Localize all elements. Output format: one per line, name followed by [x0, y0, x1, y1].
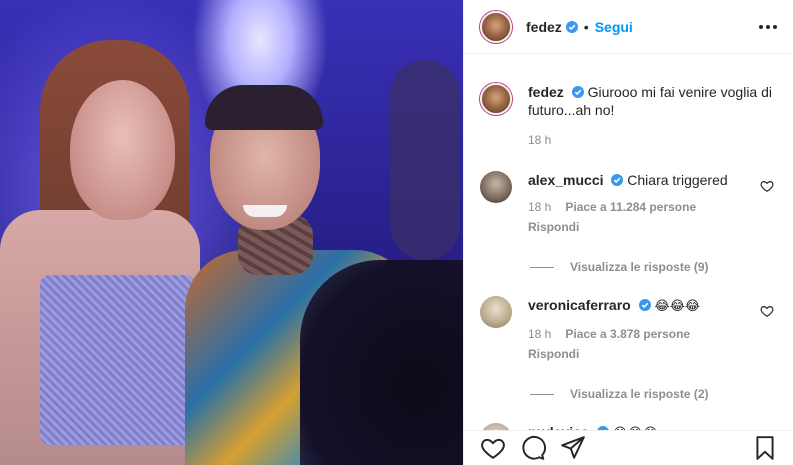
- post-header: fedez • Segui: [464, 0, 793, 54]
- verified-badge-icon: [571, 86, 584, 98]
- commenter-username[interactable]: alex_mucci: [528, 172, 604, 188]
- view-replies-button[interactable]: Visualizza le risposte (9): [530, 260, 778, 274]
- man-smile: [243, 205, 287, 217]
- commenter-avatar[interactable]: [480, 296, 512, 328]
- comment-likes[interactable]: Piace a 3.878 persone: [565, 325, 690, 343]
- verified-badge-icon: [611, 174, 624, 186]
- replies-divider-line: [530, 266, 554, 268]
- comments-list[interactable]: fedez Giurooo mi fai venire voglia di fu…: [464, 55, 793, 430]
- verified-badge-icon: [565, 20, 578, 33]
- woman-sequin-top: [40, 275, 195, 445]
- comment-likes[interactable]: Piace a 11.284 persone: [565, 198, 696, 216]
- author-avatar[interactable]: [480, 10, 512, 43]
- separator-dot: •: [583, 18, 589, 35]
- caption-timestamp[interactable]: 18 h: [528, 131, 778, 149]
- comment-item: alex_mucci Chiara triggered 18 h Piace a…: [480, 171, 778, 236]
- more-options-icon[interactable]: [759, 24, 777, 29]
- man-hair: [205, 85, 323, 130]
- foreground-dark-hair: [300, 260, 463, 465]
- reply-button[interactable]: Rispondi: [528, 218, 778, 236]
- commenter-avatar[interactable]: [480, 171, 512, 203]
- comment-text: 😂😂😂: [654, 299, 701, 314]
- caption-text: Giurooo mi fai venire voglia di futuro..…: [528, 84, 772, 118]
- author-username[interactable]: fedez: [526, 19, 562, 35]
- view-replies-label: Visualizza le risposte (9): [570, 260, 709, 274]
- post-photo[interactable]: [0, 0, 463, 465]
- background-person: [390, 60, 460, 260]
- replies-divider-line: [530, 393, 554, 395]
- woman-face: [70, 80, 175, 220]
- caption-username[interactable]: fedez: [528, 84, 564, 100]
- follow-button[interactable]: Segui: [595, 19, 633, 35]
- comment-like-heart-icon[interactable]: [760, 304, 774, 318]
- commenter-avatar[interactable]: [480, 423, 512, 430]
- heart-icon[interactable]: [480, 435, 506, 461]
- reply-button[interactable]: Rispondi: [528, 345, 778, 363]
- verified-badge-icon: [638, 299, 651, 311]
- caption-avatar[interactable]: [480, 83, 512, 115]
- post-side-panel: fedez • Segui fedez Giurooo mi fai venir…: [463, 0, 793, 465]
- caption: fedez Giurooo mi fai venire voglia di fu…: [480, 83, 778, 149]
- commenter-username[interactable]: veronicaferraro: [528, 297, 631, 313]
- comment-icon[interactable]: [520, 435, 546, 461]
- comment-text: Chiara triggered: [627, 172, 728, 188]
- comment-like-heart-icon[interactable]: [760, 179, 774, 193]
- comment-timestamp[interactable]: 18 h: [528, 325, 551, 343]
- comment-timestamp[interactable]: 18 h: [528, 198, 551, 216]
- comment-item: nudevice 😂😂😂: [480, 423, 778, 430]
- paper-plane-icon[interactable]: [560, 435, 586, 461]
- action-bar: [464, 430, 793, 465]
- comment-item: veronicaferraro 😂😂😂 18 h Piace a 3.878 p…: [480, 296, 778, 363]
- bookmark-icon[interactable]: [752, 435, 778, 461]
- view-replies-button[interactable]: Visualizza le risposte (2): [530, 387, 778, 401]
- view-replies-label: Visualizza le risposte (2): [570, 387, 709, 401]
